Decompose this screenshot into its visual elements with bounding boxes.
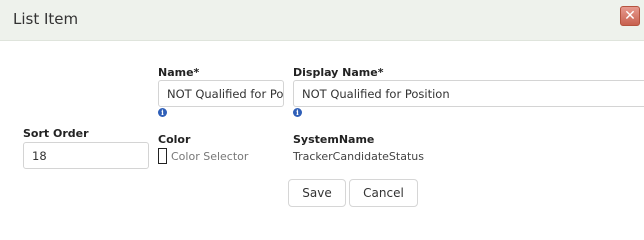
close-button[interactable]: ✕ [620,6,640,26]
system-name-label: SystemName [293,133,375,146]
display-name-info-icon[interactable]: i [293,108,302,117]
save-button[interactable]: Save [288,179,346,207]
name-input[interactable] [158,80,284,107]
color-label: Color [158,133,191,146]
display-name-label: Display Name* [293,66,384,79]
system-name-value: TrackerCandidateStatus [293,150,424,163]
sort-order-input[interactable] [23,142,149,169]
close-icon: ✕ [624,8,636,24]
color-selector-text[interactable]: Color Selector [171,150,248,163]
dialog-title: List Item [13,10,79,28]
display-name-input[interactable] [293,80,644,107]
cancel-button[interactable]: Cancel [349,179,418,207]
name-label: Name* [158,66,200,79]
color-swatch[interactable] [158,148,167,164]
dialog-header: List Item [0,0,644,41]
sort-order-label: Sort Order [23,127,89,140]
name-info-icon[interactable]: i [158,108,167,117]
